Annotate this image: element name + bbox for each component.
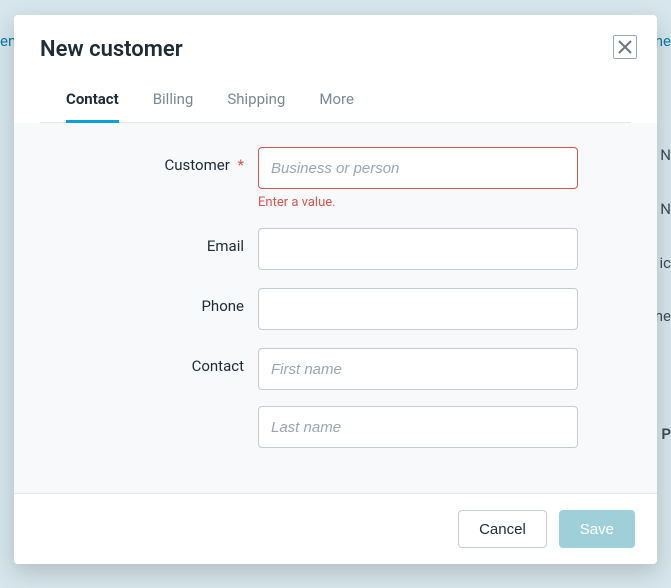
modal-title: New customer	[40, 37, 631, 62]
tabs: Contact Billing Shipping More	[40, 90, 631, 123]
modal-header: New customer Contact Billing Shipping Mo…	[14, 15, 657, 123]
tab-contact[interactable]: Contact	[66, 90, 119, 123]
label-email: Email	[48, 228, 258, 255]
contact-first-name-input[interactable]	[258, 348, 578, 390]
form-area: Customer * Enter a value. Email Phone Co…	[14, 123, 657, 493]
modal-footer: Cancel Save	[14, 493, 657, 564]
contact-last-name-input[interactable]	[258, 406, 578, 448]
row-contact: Contact	[48, 348, 623, 448]
required-mark: *	[238, 156, 244, 174]
row-email: Email	[48, 228, 623, 270]
customer-error: Enter a value.	[258, 195, 578, 210]
tab-more[interactable]: More	[319, 90, 354, 123]
save-button[interactable]: Save	[559, 510, 635, 548]
tab-shipping[interactable]: Shipping	[227, 90, 285, 123]
close-icon	[618, 40, 632, 54]
cancel-button[interactable]: Cancel	[458, 510, 547, 548]
row-phone: Phone	[48, 288, 623, 330]
bg-partial-text: P	[661, 425, 671, 443]
bg-partial-text: ne	[655, 32, 671, 50]
label-contact: Contact	[48, 348, 258, 375]
label-customer: Customer *	[48, 147, 258, 174]
new-customer-modal: New customer Contact Billing Shipping Mo…	[14, 15, 657, 564]
label-phone: Phone	[48, 288, 258, 315]
bg-partial-text: ic	[660, 254, 671, 272]
customer-input[interactable]	[258, 147, 578, 189]
phone-input[interactable]	[258, 288, 578, 330]
label-customer-text: Customer	[165, 156, 230, 174]
close-button[interactable]	[613, 35, 637, 59]
tab-billing[interactable]: Billing	[153, 90, 194, 123]
email-input[interactable]	[258, 228, 578, 270]
row-customer: Customer * Enter a value.	[48, 147, 623, 210]
